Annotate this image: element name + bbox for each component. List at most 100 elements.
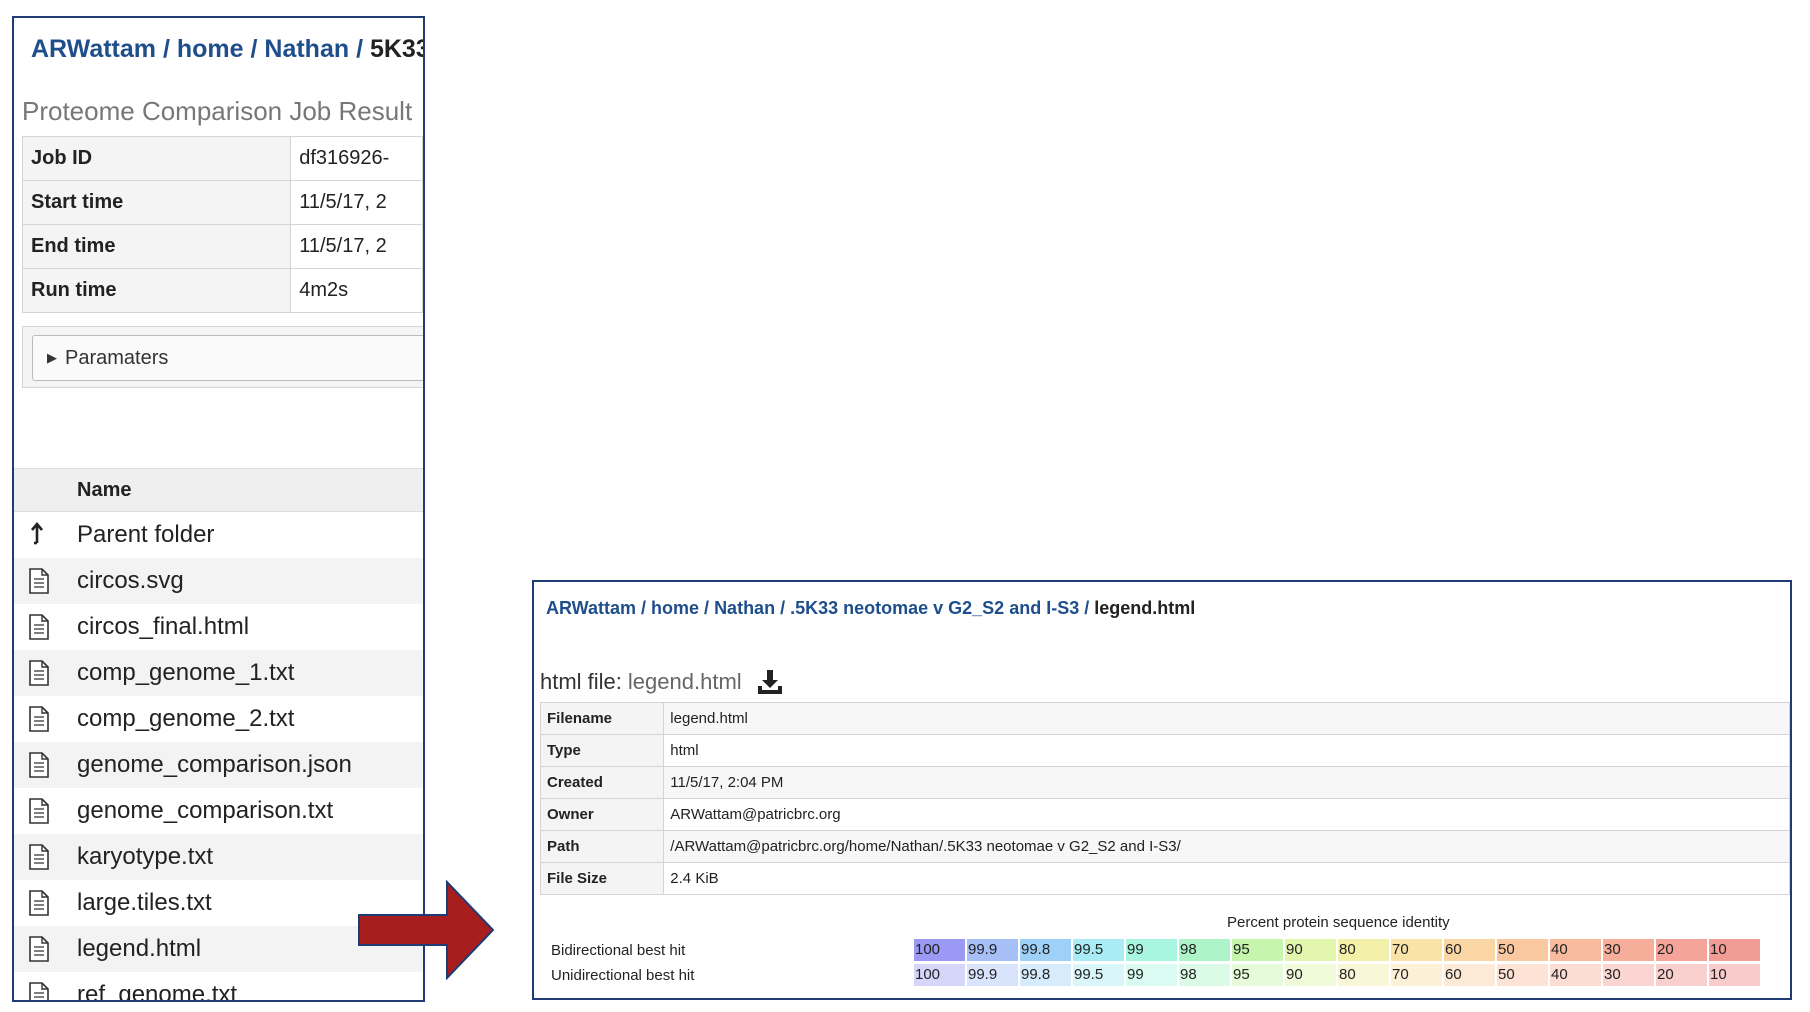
filename-value: legend.html bbox=[663, 702, 1790, 735]
legend-cell: 50 bbox=[1497, 939, 1548, 961]
legend-cell: 60 bbox=[1444, 964, 1495, 986]
document-icon bbox=[29, 568, 49, 594]
breadcrumb-link-home[interactable]: home bbox=[651, 598, 699, 618]
legend-cell: 99.8 bbox=[1020, 964, 1071, 986]
legend-cell: 30 bbox=[1603, 964, 1654, 986]
file-name: circos.svg bbox=[77, 567, 184, 594]
document-icon bbox=[29, 936, 49, 962]
legend-cell: 20 bbox=[1656, 964, 1707, 986]
breadcrumb-current: legend.html bbox=[1094, 598, 1196, 618]
file-size-value: 2.4 KiB bbox=[663, 862, 1790, 895]
end-time-label: End time bbox=[21, 224, 292, 269]
table-row: Filename legend.html bbox=[539, 702, 1790, 735]
legend-cells: 100 99.9 99.8 99.5 99 98 95 90 80 70 60 50 40 30 20 10 bbox=[914, 964, 1762, 986]
job-id-label: Job ID bbox=[21, 136, 292, 181]
legend-cell: 90 bbox=[1285, 964, 1336, 986]
file-name: large.tiles.txt bbox=[77, 889, 212, 916]
parameters-section: ▶ Paramaters bbox=[22, 326, 423, 388]
table-row: Owner ARWattam@patricbrc.org bbox=[539, 798, 1790, 831]
page-title: Proteome Comparison Job Result bbox=[22, 96, 413, 126]
file-name: comp_genome_1.txt bbox=[77, 659, 295, 686]
legend-cell: 10 bbox=[1709, 964, 1760, 986]
legend-cell: 99.8 bbox=[1020, 939, 1071, 961]
file-metadata-table: Filename legend.html Type html Created 11/5… bbox=[539, 702, 1790, 895]
caret-right-icon: ▶ bbox=[47, 350, 57, 365]
breadcrumb-separator: / bbox=[243, 35, 265, 63]
table-row: File Size 2.4 KiB bbox=[539, 862, 1790, 895]
legend-row-bidirectional: Bidirectional best hit 100 99.9 99.8 99.5 99… bbox=[551, 938, 1762, 962]
breadcrumb: ARWattam / home / Nathan / 5K33 bbox=[31, 35, 425, 64]
document-icon bbox=[29, 660, 49, 686]
breadcrumb-link-home[interactable]: home bbox=[177, 35, 244, 63]
file-name: genome_comparison.txt bbox=[77, 797, 334, 824]
legend-cell: 100 bbox=[914, 939, 965, 961]
file-row-genome-comparison-json[interactable]: genome_comparison.json bbox=[14, 742, 423, 788]
legend-cell: 10 bbox=[1709, 939, 1760, 961]
file-row-genome-comparison-txt[interactable]: genome_comparison.txt bbox=[14, 788, 423, 834]
breadcrumb-current: 5K33 bbox=[369, 35, 425, 63]
type-label: Type bbox=[539, 734, 665, 767]
file-row-karyotype[interactable]: karyotype.txt bbox=[14, 834, 423, 880]
owner-label: Owner bbox=[539, 798, 665, 831]
parameters-toggle[interactable]: ▶ Paramaters bbox=[32, 335, 423, 381]
name-column-header[interactable]: Name bbox=[77, 479, 131, 502]
parent-folder-label: Parent folder bbox=[77, 521, 215, 548]
owner-value: ARWattam@patricbrc.org bbox=[663, 798, 1790, 831]
arrow-up-icon bbox=[31, 521, 43, 545]
breadcrumb-link-nathan[interactable]: Nathan bbox=[264, 35, 349, 63]
document-icon bbox=[29, 890, 49, 916]
file-row-comp-genome-1[interactable]: comp_genome_1.txt bbox=[14, 650, 423, 696]
document-icon bbox=[29, 752, 49, 778]
table-row: Run time 4m2s bbox=[21, 268, 423, 313]
parent-folder-row[interactable]: Parent folder bbox=[14, 512, 423, 558]
breadcrumb-link-job-folder[interactable]: .5K33 neotomae v G2_S2 and I-S3 bbox=[790, 598, 1079, 618]
breadcrumb-link-nathan[interactable]: Nathan bbox=[714, 598, 775, 618]
end-time-value: 11/5/17, 2 bbox=[290, 224, 423, 269]
legend-row-unidirectional: Unidirectional best hit 100 99.9 99.8 99.5 9… bbox=[551, 963, 1762, 987]
document-icon bbox=[29, 844, 49, 870]
type-value: html bbox=[663, 734, 1790, 767]
breadcrumb-link-user[interactable]: ARWattam bbox=[546, 598, 636, 618]
job-info-table: Job ID df316926- Start time 11/5/17, 2 End… bbox=[21, 136, 423, 313]
file-row-circos-final-html[interactable]: circos_final.html bbox=[14, 604, 423, 650]
legend-cell: 40 bbox=[1550, 964, 1601, 986]
legend-cell: 60 bbox=[1444, 939, 1495, 961]
download-icon[interactable] bbox=[756, 668, 784, 696]
legend-cell: 100 bbox=[914, 964, 965, 986]
legend-cell: 99.5 bbox=[1073, 939, 1124, 961]
table-row: End time 11/5/17, 2 bbox=[21, 224, 423, 269]
legend-cell: 99.9 bbox=[967, 964, 1018, 986]
file-name: ref_genome.txt bbox=[77, 981, 238, 1002]
legend-cell: 99 bbox=[1126, 939, 1177, 961]
breadcrumb-separator: / bbox=[699, 598, 715, 618]
breadcrumb-separator: / bbox=[775, 598, 791, 618]
legend-cell: 95 bbox=[1232, 964, 1283, 986]
start-time-value: 11/5/17, 2 bbox=[290, 180, 423, 225]
breadcrumb-separator: / bbox=[349, 35, 370, 63]
breadcrumb-separator: / bbox=[636, 598, 652, 618]
document-icon bbox=[29, 982, 49, 1000]
file-row-circos-svg[interactable]: circos.svg bbox=[14, 558, 423, 604]
breadcrumb: ARWattam / home / Nathan / .5K33 neotoma… bbox=[546, 598, 1195, 619]
start-time-label: Start time bbox=[21, 180, 292, 225]
legend-cell: 50 bbox=[1497, 964, 1548, 986]
breadcrumb-separator: / bbox=[1079, 598, 1095, 618]
breadcrumb-link-user[interactable]: ARWattam bbox=[31, 35, 156, 63]
file-title-name: legend.html bbox=[627, 669, 742, 694]
table-row: Type html bbox=[539, 734, 1790, 767]
file-name: comp_genome_2.txt bbox=[77, 705, 295, 732]
red-arrow-icon bbox=[358, 880, 495, 980]
legend-cell: 40 bbox=[1550, 939, 1601, 961]
filename-label: Filename bbox=[539, 702, 665, 735]
legend-cell: 90 bbox=[1285, 939, 1336, 961]
file-title: html file: legend.html bbox=[540, 668, 784, 696]
parameters-label: Paramaters bbox=[65, 346, 169, 369]
legend-cell: 70 bbox=[1391, 939, 1442, 961]
file-row-comp-genome-2[interactable]: comp_genome_2.txt bbox=[14, 696, 423, 742]
legend-cell: 80 bbox=[1338, 939, 1389, 961]
legend-cell: 98 bbox=[1179, 939, 1230, 961]
file-size-label: File Size bbox=[539, 862, 665, 895]
legend-cell: 20 bbox=[1656, 939, 1707, 961]
file-list-header: Name bbox=[14, 468, 423, 512]
document-icon bbox=[29, 798, 49, 824]
